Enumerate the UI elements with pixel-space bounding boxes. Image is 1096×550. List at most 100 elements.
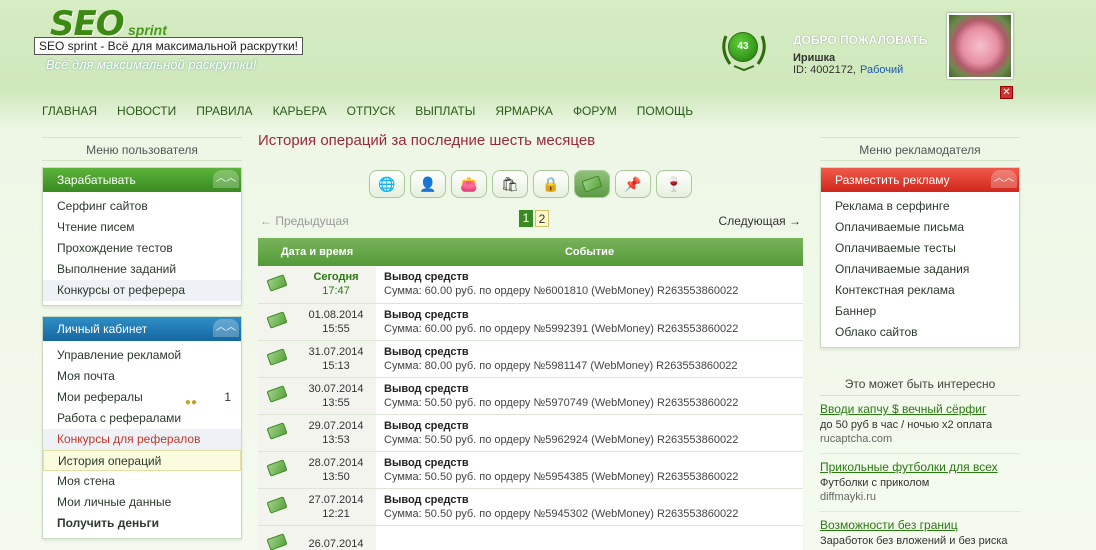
nav-career[interactable]: КАРЬЕРА: [273, 104, 327, 118]
row-date: 29.07.2014: [308, 419, 364, 432]
nav-vacation[interactable]: ОТПУСК: [347, 104, 396, 118]
tab-wallet[interactable]: 👛: [451, 170, 487, 198]
lock-icon: 🔒: [542, 175, 560, 192]
prev-page[interactable]: ← Предыдущая: [260, 214, 349, 228]
nav-help[interactable]: ПОМОЩЬ: [637, 104, 693, 118]
menu-my-referrals-label: Мои рефералы: [57, 390, 143, 404]
collapse-icon[interactable]: ︿︿: [991, 170, 1017, 188]
page-2[interactable]: 2: [535, 210, 549, 227]
globe-icon: 🌐: [378, 175, 396, 192]
menu-my-referrals[interactable]: Мои рефералы ●● 1: [43, 387, 241, 408]
nav-news[interactable]: НОВОСТИ: [117, 104, 176, 118]
col-event: Событие: [376, 238, 803, 266]
table-row: 01.08.2014 15:55 Вывод средств Сумма: 60.0…: [258, 303, 803, 341]
main-nav: ГЛАВНАЯ НОВОСТИ ПРАВИЛА КАРЬЕРА ОТПУСК В…: [42, 104, 713, 118]
page-1[interactable]: 1: [519, 210, 533, 227]
menu-work-referrals[interactable]: Работа с рефералами: [43, 408, 241, 429]
earn-title[interactable]: Зарабатывать ︿︿: [43, 168, 241, 192]
earn-title-label: Зарабатывать: [57, 173, 136, 187]
menu-referrer-contests[interactable]: Конкурсы от реферера: [43, 280, 241, 301]
promo-url[interactable]: rucaptcha.com: [820, 433, 1020, 445]
menu-operations-history[interactable]: История операций: [43, 450, 241, 471]
advertiser-menu-head: Меню рекламодателя: [820, 137, 1020, 161]
tab-pin[interactable]: 📌: [615, 170, 651, 198]
promo-desc: Футболки с приколом: [820, 477, 930, 489]
nav-forum[interactable]: ФОРУМ: [573, 104, 617, 118]
menu-referral-contests[interactable]: Конкурсы для рефералов: [43, 429, 241, 450]
money-icon: [266, 311, 288, 329]
tab-bag[interactable]: 🛍: [492, 170, 528, 198]
row-date: 31.07.2014: [308, 345, 364, 358]
promo-title[interactable]: Прикольные футболки для всех: [820, 460, 1020, 474]
cabinet-box: Личный кабинет ︿︿ Управление рекламой Мо…: [42, 316, 242, 539]
row-desc: Сумма: 60.00 руб. по ордеру №6001810 (We…: [384, 285, 739, 298]
row-desc: Сумма: 50.50 руб. по ордеру №5962924 (We…: [384, 433, 739, 446]
row-time: 15:55: [322, 322, 350, 335]
table-row: 27.07.2014 12:21 Вывод средств Сумма: 50.5…: [258, 488, 803, 526]
nav-payouts[interactable]: ВЫПЛАТЫ: [415, 104, 475, 118]
menu-reading-mail[interactable]: Чтение писем: [43, 217, 241, 238]
row-event: Вывод средств: [384, 271, 469, 284]
tab-money[interactable]: [574, 170, 610, 198]
promo-title[interactable]: Вводи капчу $ вечный сёрфиг: [820, 402, 1020, 416]
promo-title[interactable]: Возможности без границ: [820, 518, 1020, 532]
referrals-count: 1: [224, 390, 231, 404]
menu-ad-management[interactable]: Управление рекламой: [43, 345, 241, 366]
rating-value: 43: [728, 32, 758, 62]
collapse-icon[interactable]: ︿︿: [213, 319, 239, 337]
next-page[interactable]: Следующая →: [719, 214, 801, 228]
tab-glass[interactable]: 🍷: [656, 170, 692, 198]
money-icon: [266, 385, 288, 403]
rating-badge[interactable]: 43: [718, 26, 770, 72]
menu-tasks[interactable]: Выполнение заданий: [43, 259, 241, 280]
promo-url[interactable]: diffmayki.ru: [820, 491, 1020, 503]
ads-title[interactable]: Разместить рекламу ︿︿: [821, 168, 1019, 192]
user-id: ID: 4002172, Рабочий: [793, 64, 927, 76]
collapse-icon[interactable]: ︿︿: [213, 170, 239, 188]
pagination: ← Предыдущая 1 2 Следующая →: [258, 208, 803, 236]
row-event: Вывод средств: [384, 456, 469, 469]
menu-context-ads[interactable]: Контекстная реклама: [821, 280, 1019, 301]
glass-icon: 🍷: [665, 175, 683, 192]
menu-banner[interactable]: Баннер: [821, 301, 1019, 322]
menu-sites-cloud[interactable]: Облако сайтов: [821, 322, 1019, 343]
promo-item: Возможности без границ Заработок без вло…: [820, 512, 1020, 550]
row-time: 13:55: [322, 396, 350, 409]
nav-home[interactable]: ГЛАВНАЯ: [42, 104, 97, 118]
row-event: Вывод средств: [384, 308, 469, 321]
status-link[interactable]: Рабочий: [860, 64, 903, 76]
username: Иришка: [793, 52, 836, 64]
menu-my-wall[interactable]: Моя стена: [43, 471, 241, 492]
nav-rules[interactable]: ПРАВИЛА: [196, 104, 252, 118]
money-icon: [266, 459, 288, 477]
table-row: 29.07.2014 13:53 Вывод средств Сумма: 50.5…: [258, 414, 803, 452]
right-sidebar: Меню рекламодателя Разместить рекламу ︿︿…: [820, 137, 1020, 550]
menu-my-mail[interactable]: Моя почта: [43, 366, 241, 387]
avatar[interactable]: [947, 13, 1013, 79]
menu-paid-tasks[interactable]: Оплачиваемые задания: [821, 259, 1019, 280]
promo-item: Прикольные футболки для всех Футболки с …: [820, 454, 1020, 512]
row-event: Вывод средств: [384, 493, 469, 506]
row-date: 26.07.2014: [308, 537, 364, 550]
menu-surfing[interactable]: Серфинг сайтов: [43, 196, 241, 217]
user-id-text: ID: 4002172,: [793, 64, 856, 76]
operation-tabs: 🌐 👤 👛 🛍 🔒 📌 🍷: [258, 170, 803, 198]
tab-person[interactable]: 👤: [410, 170, 446, 198]
col-date: Дата и время: [258, 238, 376, 266]
promo-item: Вводи капчу $ вечный сёрфиг до 50 руб в …: [820, 396, 1020, 454]
row-event: Вывод средств: [384, 419, 469, 432]
tab-globe[interactable]: 🌐: [369, 170, 405, 198]
menu-tests[interactable]: Прохождение тестов: [43, 238, 241, 259]
main-content: История операций за последние шесть меся…: [258, 132, 803, 550]
cabinet-title[interactable]: Личный кабинет ︿︿: [43, 317, 241, 341]
menu-personal-data[interactable]: Мои личные данные: [43, 492, 241, 513]
menu-get-money[interactable]: Получить деньги: [43, 513, 241, 534]
nav-fair[interactable]: ЯРМАРКА: [495, 104, 553, 118]
menu-surf-ads[interactable]: Реклама в серфинге: [821, 196, 1019, 217]
operations-table: Дата и время Событие Сегодня 17:47 Вывод …: [258, 238, 803, 550]
money-icon: [266, 533, 288, 550]
tab-lock[interactable]: 🔒: [533, 170, 569, 198]
close-icon[interactable]: ✕: [1000, 86, 1013, 99]
menu-paid-tests[interactable]: Оплачиваемые тесты: [821, 238, 1019, 259]
menu-paid-mail[interactable]: Оплачиваемые письма: [821, 217, 1019, 238]
